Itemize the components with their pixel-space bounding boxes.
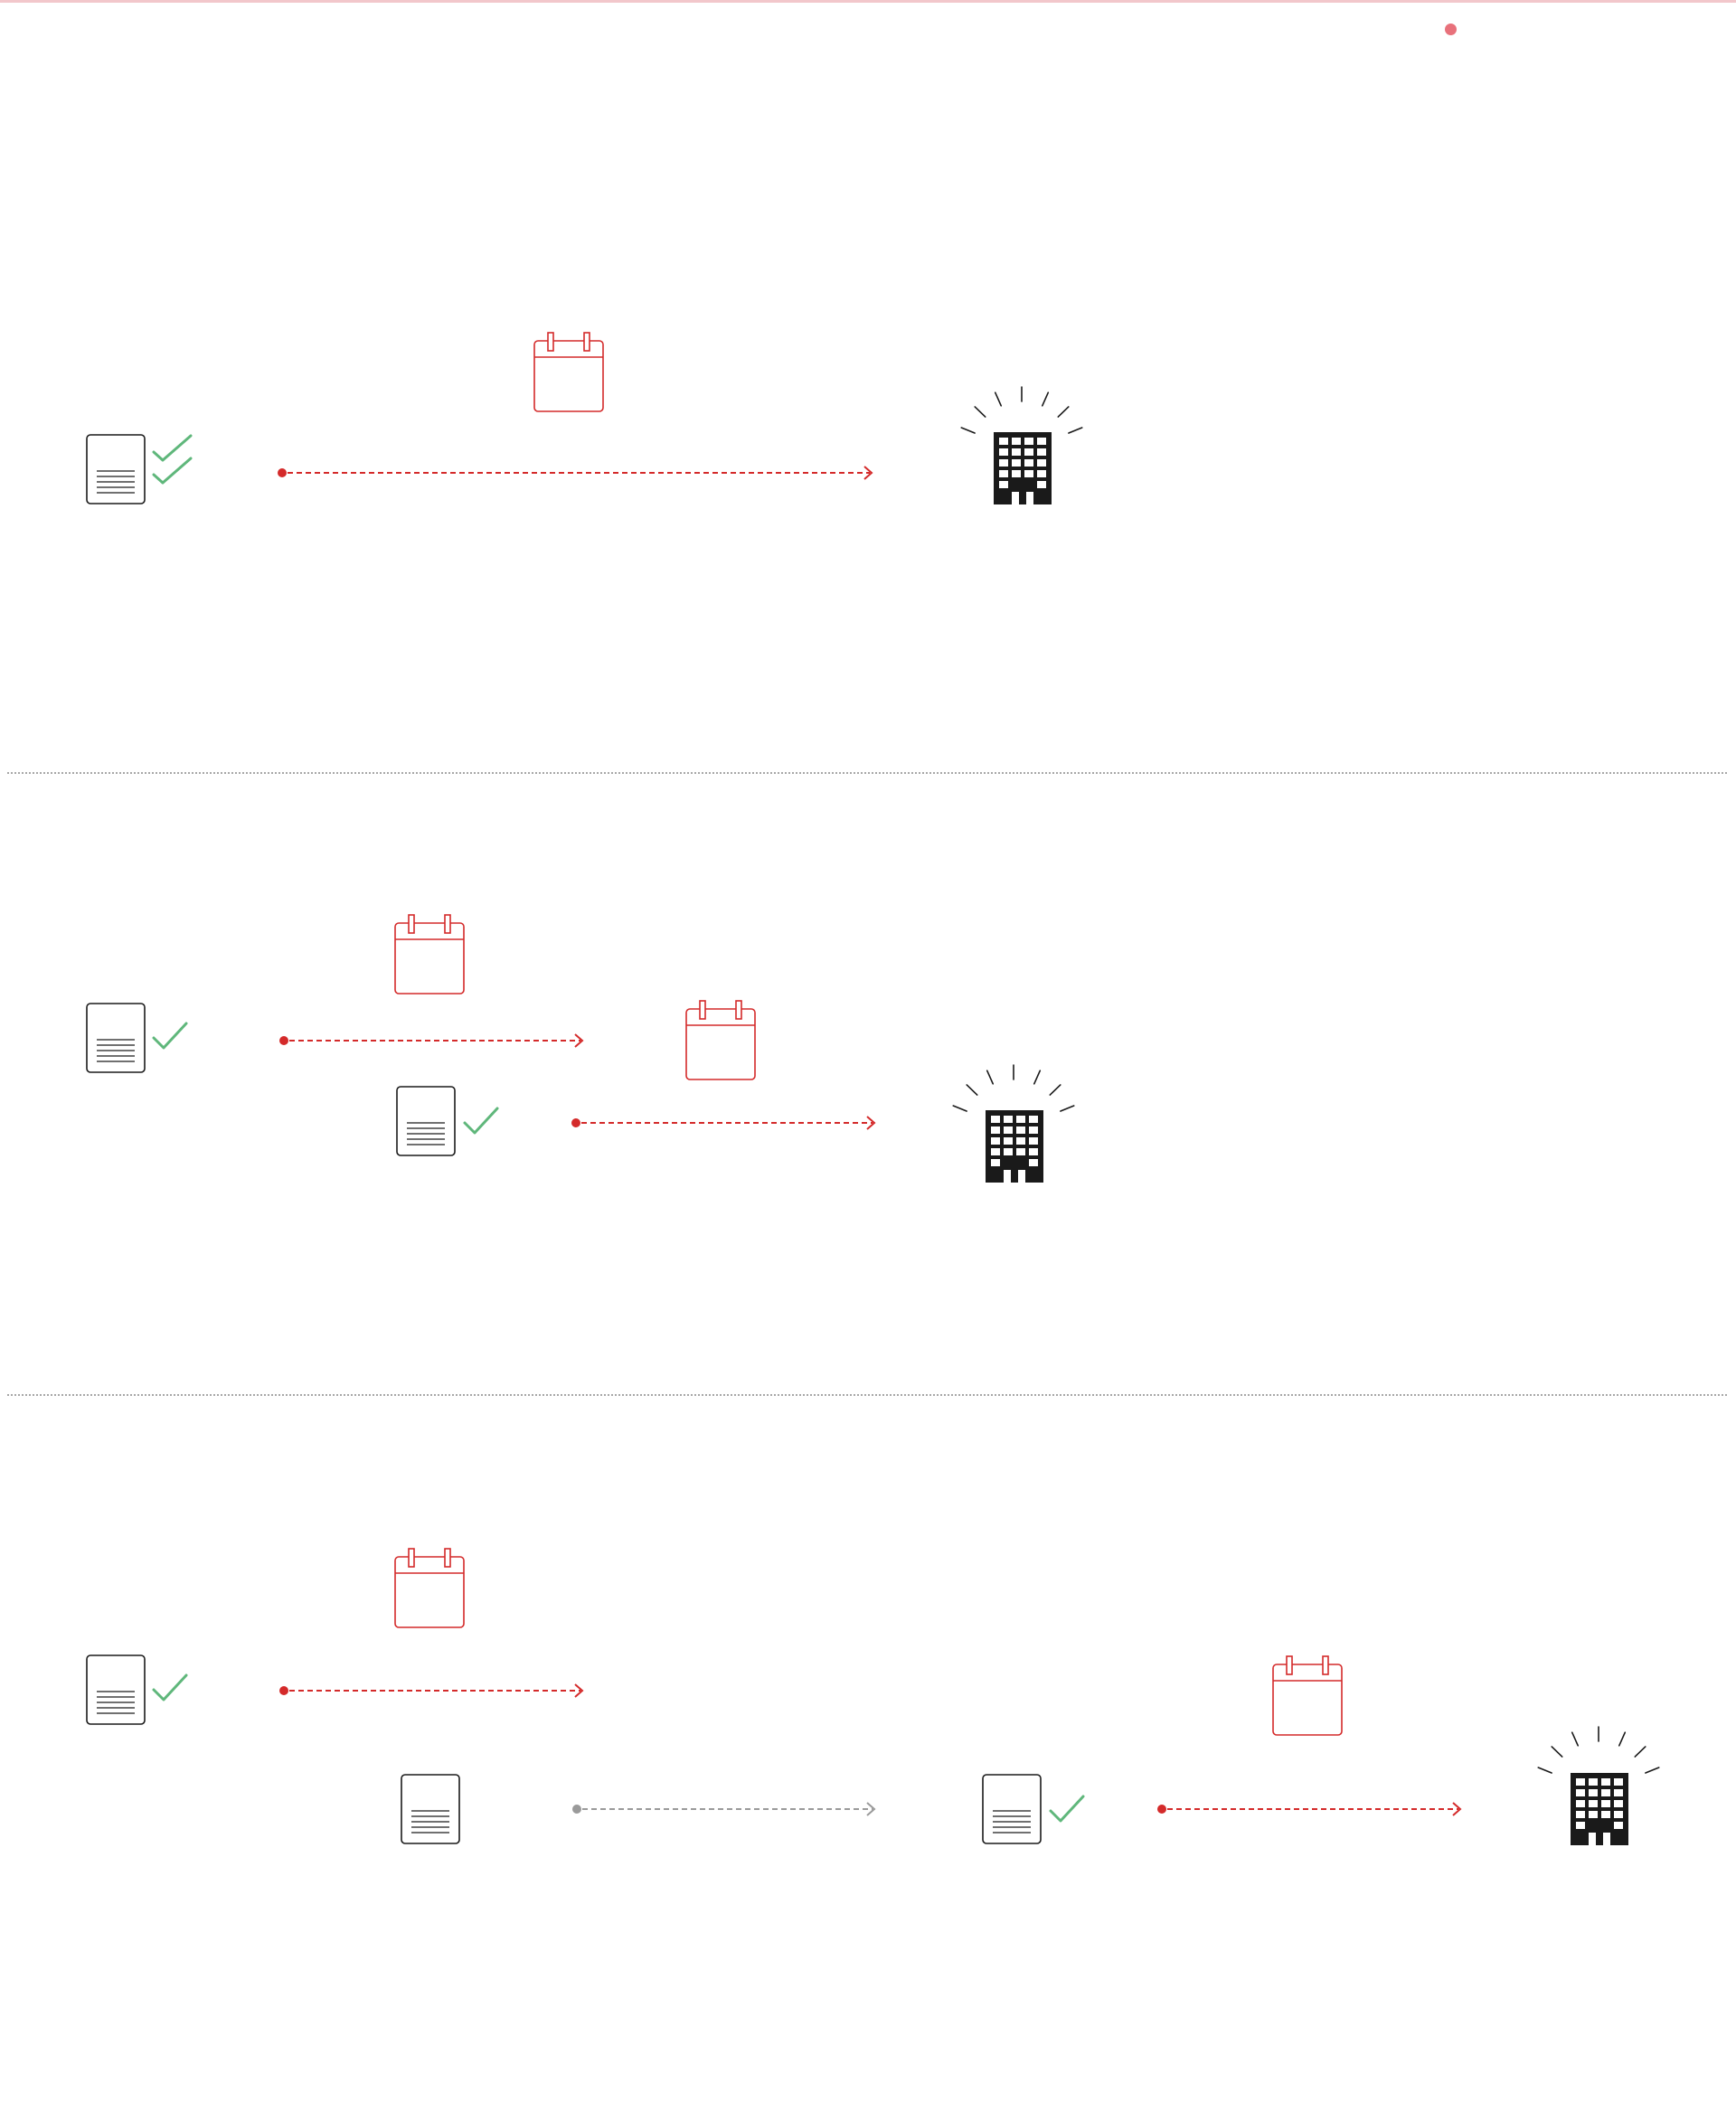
dashed-arrow: [572, 1802, 876, 1816]
document-icon: [401, 1774, 460, 1844]
document-icon: [86, 1654, 146, 1725]
building-icon: [994, 432, 1052, 504]
double-checkmark-icon: [152, 434, 193, 485]
calendar-icon: [394, 914, 465, 995]
signal-rays: [952, 1064, 1075, 1112]
document-icon: [982, 1774, 1042, 1844]
panel-two-step-submission: [86, 914, 1075, 1183]
panel-pending-review-submission: [86, 1548, 1660, 1845]
calendar-icon: [685, 1000, 756, 1080]
dashed-arrow: [571, 1116, 876, 1130]
calendar-icon: [394, 1548, 465, 1628]
checkmark-icon: [152, 1022, 188, 1050]
checkmark-icon: [463, 1107, 499, 1135]
dashed-arrow: [278, 466, 873, 480]
calendar-icon: [1272, 1655, 1343, 1736]
dashed-arrow: [279, 1033, 584, 1048]
panel-direct-submission: [86, 332, 1083, 504]
document-icon: [86, 1003, 146, 1073]
checkmark-icon: [152, 1673, 188, 1702]
checkmark-icon: [1049, 1795, 1085, 1823]
signal-rays: [960, 386, 1083, 434]
document-icon: [86, 434, 146, 504]
signal-rays: [1537, 1726, 1660, 1774]
calendar-icon: [533, 332, 604, 412]
dashed-arrow: [279, 1683, 584, 1698]
building-icon: [1571, 1773, 1628, 1845]
document-icon: [396, 1086, 456, 1156]
dashed-arrow: [1157, 1802, 1462, 1816]
submission-process-diagram: [7, 332, 1729, 1845]
building-icon: [986, 1110, 1043, 1183]
